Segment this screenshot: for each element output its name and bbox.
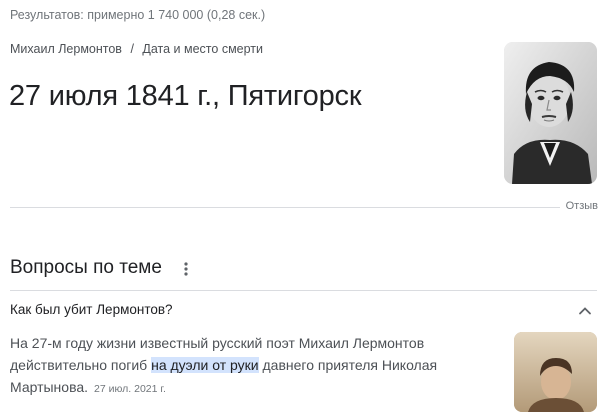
- portrait-image[interactable]: [504, 42, 597, 184]
- answer-snippet: На 27-м году жизни известный русский поэ…: [10, 332, 480, 400]
- breadcrumb-attribute: Дата и место смерти: [142, 42, 263, 56]
- breadcrumb: Михаил Лермонтов / Дата и место смерти: [10, 42, 263, 56]
- snippet-date: 27 июл. 2021 г.: [94, 383, 166, 395]
- breadcrumb-entity[interactable]: Михаил Лермонтов: [10, 42, 122, 56]
- chevron-up-icon[interactable]: [577, 303, 593, 319]
- vertical-dots-icon[interactable]: [178, 259, 194, 279]
- results-stats: Результатов: примерно 1 740 000 (0,28 се…: [10, 8, 266, 22]
- breadcrumb-separator: /: [130, 42, 134, 56]
- question-text: Как был убит Лермонтов?: [10, 302, 173, 317]
- feedback-link[interactable]: Отзыв: [559, 200, 598, 212]
- question-row[interactable]: Как был убит Лермонтов?: [0, 290, 612, 332]
- people-also-ask-title: Вопросы по теме: [10, 257, 162, 278]
- snippet-highlight: на дуэли от руки: [151, 357, 259, 373]
- answer-thumbnail[interactable]: [514, 332, 597, 412]
- featured-answer: 27 июля 1841 г., Пятигорск: [9, 80, 362, 112]
- section-divider: [10, 207, 597, 208]
